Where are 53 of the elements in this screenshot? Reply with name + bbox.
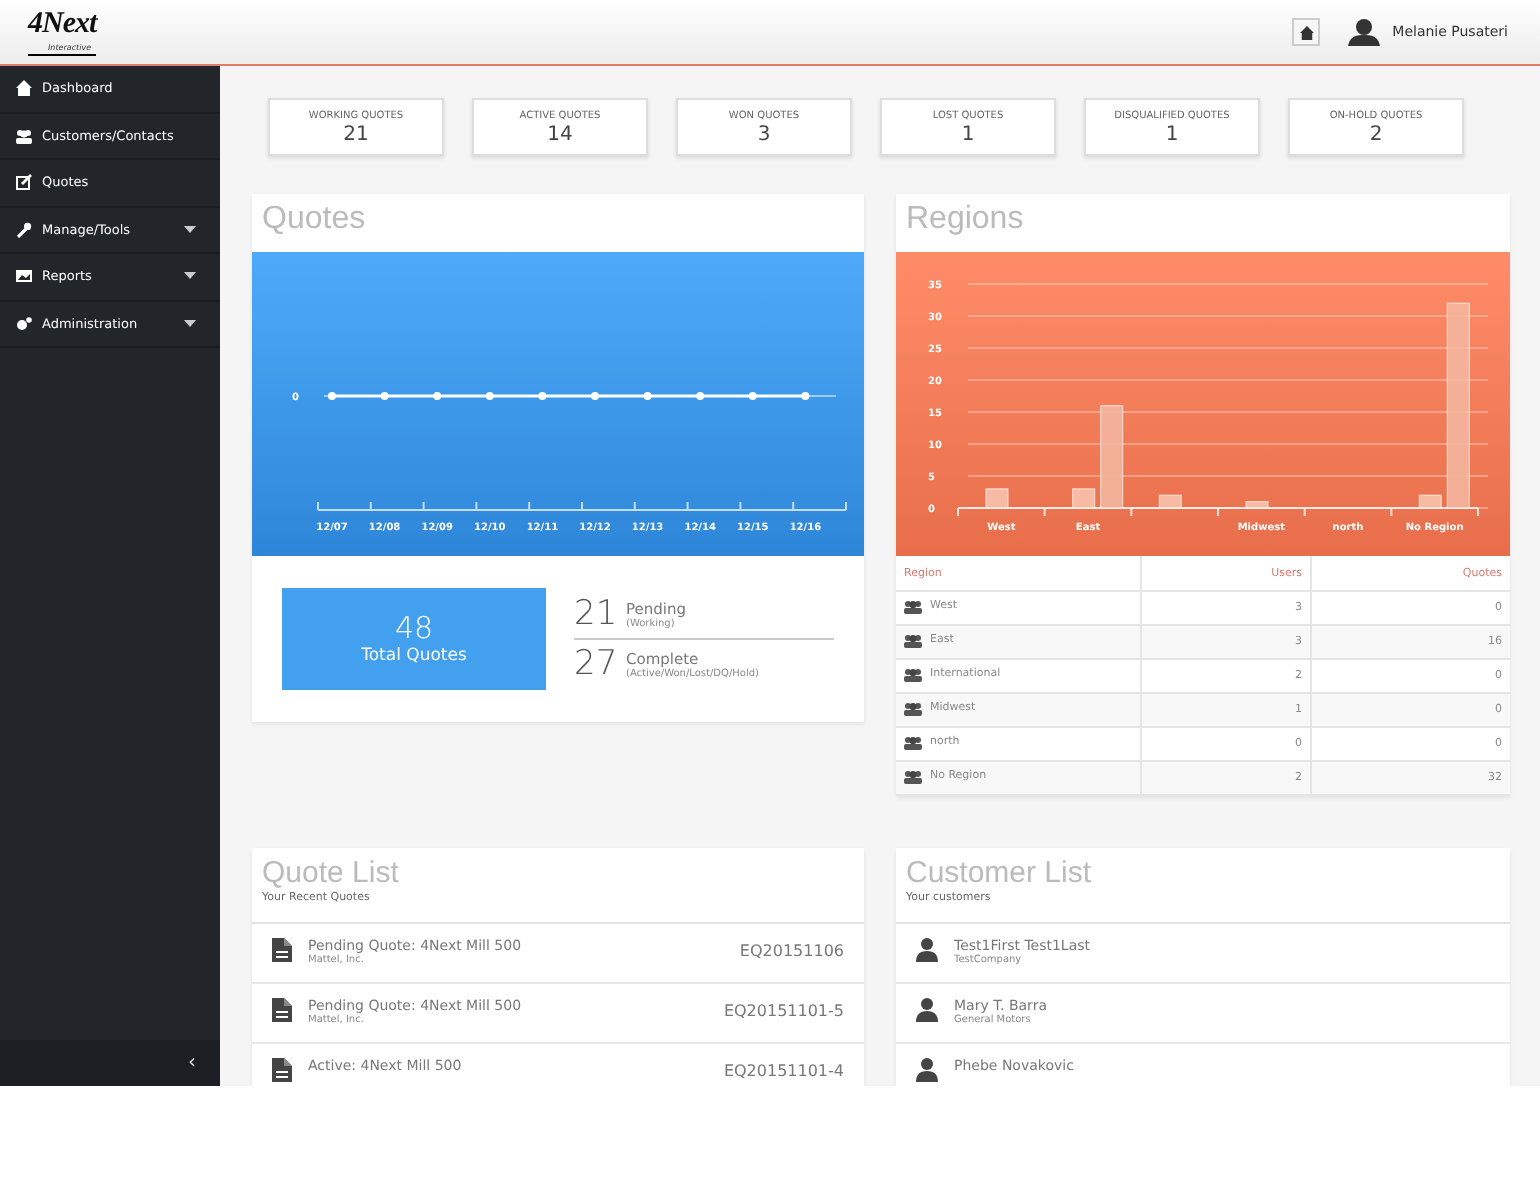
chart-bar: [1072, 488, 1096, 509]
users-icon: [904, 735, 922, 749]
panel-title: Quote List: [262, 856, 401, 891]
person-icon: [916, 938, 938, 962]
home-icon: [1299, 25, 1314, 39]
image-icon: [16, 268, 32, 285]
home-icon: [16, 80, 32, 97]
document-icon: [272, 938, 292, 962]
person-icon: [916, 998, 938, 1022]
edit-icon: [16, 174, 32, 191]
total-label: Total Quotes: [361, 645, 467, 666]
stat-value: 2: [1369, 125, 1383, 145]
panel-title: Regions: [904, 200, 1026, 240]
data-point: [801, 392, 810, 400]
person-icon: [916, 1058, 938, 1082]
data-point: [328, 392, 336, 400]
chart-bar: [1100, 405, 1124, 509]
users-icon: [904, 769, 922, 783]
chart-bar: [1245, 501, 1269, 509]
breakdown-count: 21: [574, 594, 614, 634]
wrench-icon: [16, 221, 32, 238]
stat-value: 1: [961, 125, 975, 145]
data-point: [380, 392, 389, 400]
panel-title: Customer List: [906, 856, 1094, 892]
data-point: [538, 392, 547, 400]
users-icon: [904, 633, 922, 647]
stat-value: 1: [1165, 125, 1179, 145]
panel-title: Quotes: [260, 200, 368, 240]
collapse-sidebar-button[interactable]: ‹: [0, 1040, 220, 1086]
quote-number: EQ20151101-4: [723, 1060, 844, 1080]
data-point: [696, 392, 705, 400]
data-point: [643, 392, 652, 400]
data-point: [748, 392, 757, 400]
user-avatar-icon[interactable]: [1348, 18, 1381, 46]
total-value: 48: [394, 612, 434, 646]
chart-bar: [1418, 494, 1442, 509]
users-icon: [904, 701, 922, 715]
stat-value: 3: [757, 125, 771, 145]
breakdown-count: 27: [574, 644, 614, 684]
users-icon: [16, 127, 32, 144]
chart-bar: [1158, 494, 1182, 509]
users-icon: [904, 599, 922, 613]
home-button[interactable]: [1292, 18, 1321, 46]
stat-value: 14: [547, 125, 573, 145]
users-icon: [904, 667, 922, 681]
data-point: [485, 392, 494, 400]
quote-number: EQ20151106: [739, 940, 844, 960]
data-point: [591, 392, 599, 400]
document-icon: [272, 998, 292, 1022]
quote-number: EQ20151101-5: [723, 1000, 844, 1020]
data-point: [433, 392, 442, 400]
stat-value: 21: [343, 125, 369, 145]
chart-bar: [985, 488, 1009, 509]
